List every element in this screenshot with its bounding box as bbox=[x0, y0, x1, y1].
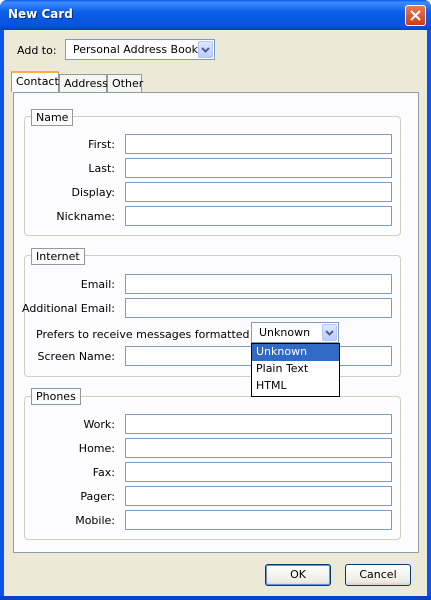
dropdown-option-html[interactable]: HTML bbox=[252, 378, 339, 395]
dropdown-option-plain-text[interactable]: Plain Text bbox=[252, 361, 339, 378]
mobile-field[interactable] bbox=[125, 510, 392, 530]
name-group-title: Name bbox=[31, 109, 74, 126]
fax-label: Fax: bbox=[92, 466, 115, 479]
close-icon bbox=[410, 10, 421, 21]
close-button[interactable] bbox=[405, 5, 426, 26]
home-label: Home: bbox=[78, 442, 115, 455]
additional-email-field[interactable] bbox=[125, 298, 392, 318]
internet-group-title: Internet bbox=[31, 248, 85, 265]
phones-group-title: Phones bbox=[31, 388, 81, 405]
prefers-format-label: Prefers to receive messages formatted as… bbox=[36, 328, 270, 341]
ok-button[interactable]: OK bbox=[265, 564, 331, 586]
work-label: Work: bbox=[83, 418, 115, 431]
home-phone-field[interactable] bbox=[125, 438, 392, 458]
chevron-down-icon bbox=[322, 324, 337, 341]
title-bar[interactable]: New Card bbox=[0, 0, 431, 30]
nickname-label: Nickname: bbox=[56, 210, 115, 223]
pager-field[interactable] bbox=[125, 486, 392, 506]
tab-address[interactable]: Address bbox=[59, 74, 108, 92]
first-label: First: bbox=[88, 138, 115, 151]
add-to-label: Add to: bbox=[17, 44, 57, 57]
work-phone-field[interactable] bbox=[125, 414, 392, 434]
pager-label: Pager: bbox=[80, 490, 115, 503]
cancel-button[interactable]: Cancel bbox=[345, 564, 411, 586]
tab-contact[interactable]: Contact bbox=[11, 71, 59, 92]
dialog-body: Add to: Personal Address Book Contact Ad… bbox=[4, 30, 427, 596]
cancel-button-label: Cancel bbox=[359, 568, 397, 581]
display-label: Display: bbox=[71, 186, 115, 199]
window-frame-bottom bbox=[0, 596, 431, 600]
first-name-field[interactable] bbox=[125, 134, 392, 154]
prefers-format-select[interactable]: Unknown bbox=[251, 322, 339, 343]
window-title: New Card bbox=[8, 7, 73, 21]
mobile-label: Mobile: bbox=[75, 514, 115, 527]
add-to-value: Personal Address Book bbox=[73, 43, 198, 56]
prefers-format-dropdown: Unknown Plain Text HTML bbox=[251, 343, 340, 397]
dialog-window: New Card Add to: Personal Address Book C… bbox=[0, 0, 431, 600]
ok-button-label: OK bbox=[290, 568, 306, 581]
email-field[interactable] bbox=[125, 274, 392, 294]
dropdown-option-unknown[interactable]: Unknown bbox=[252, 344, 339, 361]
tab-other-label: Other bbox=[112, 77, 144, 90]
chevron-down-icon bbox=[198, 41, 213, 58]
nickname-field[interactable] bbox=[125, 206, 392, 226]
display-name-field[interactable] bbox=[125, 182, 392, 202]
email-label: Email: bbox=[80, 278, 115, 291]
add-to-select[interactable]: Personal Address Book bbox=[65, 39, 215, 60]
tab-contact-label: Contact bbox=[16, 75, 59, 88]
fax-field[interactable] bbox=[125, 462, 392, 482]
prefers-format-value: Unknown bbox=[259, 326, 311, 339]
last-name-field[interactable] bbox=[125, 158, 392, 178]
tab-address-label: Address bbox=[64, 77, 108, 90]
screen-name-label: Screen Name: bbox=[37, 350, 115, 363]
additional-email-label: Additional Email: bbox=[22, 302, 115, 315]
last-label: Last: bbox=[88, 162, 115, 175]
tab-other[interactable]: Other bbox=[107, 74, 144, 92]
